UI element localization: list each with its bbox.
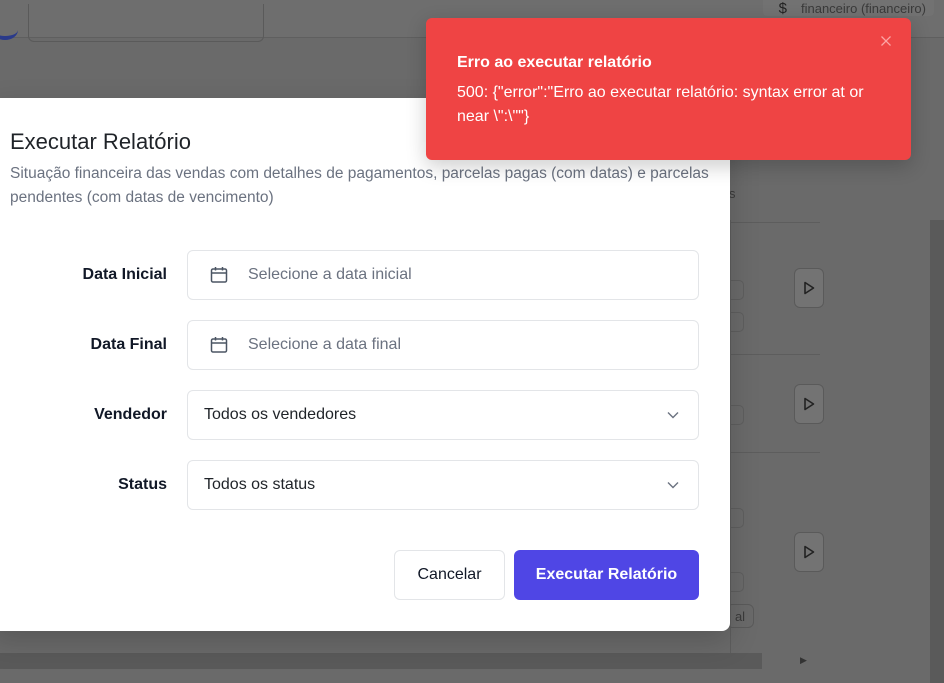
header-search[interactable] (28, 4, 264, 42)
seller-selected-value: Todos os vendedores (204, 406, 357, 423)
background-status-badge: al (726, 604, 754, 628)
toast-message: 500: {"error":"Erro ao executar relatóri… (457, 84, 864, 125)
end-date-label: Data Final (90, 336, 167, 353)
background-row-divider (730, 452, 820, 453)
toast-title: Erro ao executar relatório (457, 54, 652, 71)
app-logo (0, 20, 18, 40)
calendar-icon (208, 264, 230, 286)
status-label: Status (118, 476, 167, 493)
horizontal-scrollbar[interactable] (0, 653, 762, 669)
start-date-label: Data Inicial (82, 266, 167, 283)
cancel-button[interactable]: Cancelar (394, 550, 505, 600)
run-report-button[interactable]: Executar Relatório (514, 550, 699, 600)
seller-label: Vendedor (94, 406, 167, 423)
user-label: financeiro (financeiro) (800, 0, 926, 16)
dollar-icon: $ (778, 0, 787, 17)
status-select[interactable]: Todos os status (187, 460, 699, 510)
vertical-scrollbar[interactable] (930, 220, 944, 683)
run-report-dialog: Executar Relatório Situação financeira d… (0, 98, 730, 631)
dialog-description: Situação financeira das vendas com detal… (10, 165, 709, 206)
calendar-icon (208, 334, 230, 356)
user-menu[interactable]: $ financeiro (financeiro) (762, 0, 934, 17)
play-icon[interactable] (794, 268, 824, 308)
end-date-field[interactable]: Selecione a data final (187, 320, 699, 370)
status-selected-value: Todos os status (204, 476, 316, 493)
error-toast: Erro ao executar relatório 500: {"error"… (426, 18, 911, 160)
seller-select[interactable]: Todos os vendedores (187, 390, 699, 440)
end-date-placeholder: Selecione a data final (248, 336, 401, 353)
play-icon[interactable] (794, 532, 824, 572)
background-row-divider (730, 354, 820, 355)
start-date-field[interactable]: Selecione a data inicial (187, 250, 699, 300)
play-icon[interactable] (794, 384, 824, 424)
chevron-down-icon (666, 408, 680, 422)
background-row-divider (730, 222, 820, 223)
close-icon[interactable] (879, 34, 893, 48)
scroll-right-icon[interactable]: ▶ (800, 655, 807, 666)
chevron-down-icon (666, 478, 680, 492)
start-date-placeholder: Selecione a data inicial (248, 266, 412, 283)
dialog-title: Executar Relatório (10, 129, 191, 154)
